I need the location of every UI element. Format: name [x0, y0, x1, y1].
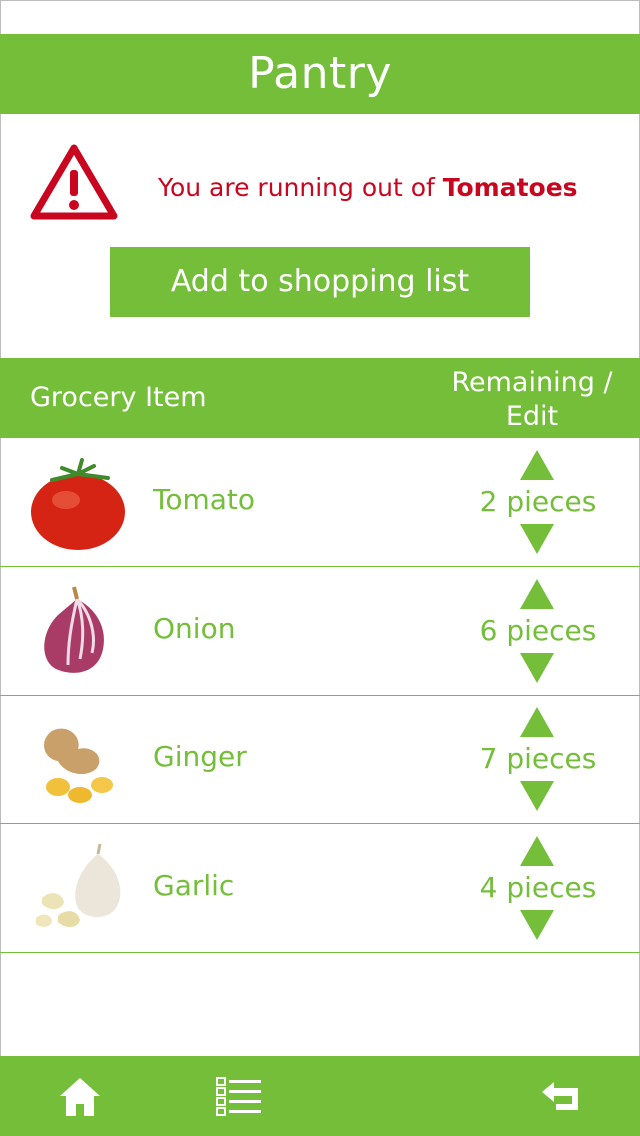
alert-message-prefix: You are running out of: [158, 173, 443, 202]
column-edit-label: Edit: [505, 401, 559, 432]
low-stock-message: You are running out of Tomatoes: [158, 168, 628, 208]
ginger-image: [44, 728, 113, 803]
increase-arrow-icon[interactable]: [520, 450, 554, 480]
column-remaining-label: Remaining /: [451, 367, 613, 398]
bottom-nav-bar: [0, 1056, 640, 1136]
item-name: Ginger: [153, 740, 247, 773]
garlic-image: [36, 843, 121, 928]
header-bar: Pantry: [0, 34, 640, 114]
item-quantity: 6 pieces: [479, 614, 597, 647]
warning-triangle-icon: [30, 144, 118, 220]
item-name: Garlic: [153, 869, 235, 902]
alert-item-name: Tomatoes: [442, 173, 578, 202]
increase-arrow-icon[interactable]: [520, 579, 554, 609]
item-name: Onion: [153, 612, 236, 645]
column-remaining-edit: Remaining / Edit: [432, 366, 632, 434]
table-row: Garlic 4 pieces: [0, 824, 640, 953]
decrease-arrow-icon[interactable]: [520, 524, 554, 554]
home-icon[interactable]: [58, 1076, 102, 1118]
tomato-image: [31, 458, 125, 550]
table-row: Ginger 7 pieces: [0, 695, 640, 824]
table-row: Onion 6 pieces: [0, 567, 640, 696]
item-quantity: 4 pieces: [479, 871, 597, 904]
item-name: Tomato: [153, 483, 256, 516]
item-quantity: 2 pieces: [479, 485, 597, 518]
table-header: Grocery Item Remaining / Edit: [0, 358, 640, 438]
decrease-arrow-icon[interactable]: [520, 910, 554, 940]
onion-image: [44, 586, 104, 673]
column-grocery-item: Grocery Item: [30, 382, 207, 413]
list-icon[interactable]: [215, 1076, 263, 1116]
decrease-arrow-icon[interactable]: [520, 653, 554, 683]
add-to-shopping-list-button[interactable]: Add to shopping list: [110, 247, 530, 317]
back-icon[interactable]: [540, 1078, 582, 1114]
item-quantity: 7 pieces: [479, 742, 597, 775]
decrease-arrow-icon[interactable]: [520, 781, 554, 811]
table-row: Tomato 2 pieces: [0, 438, 640, 567]
page-title: Pantry: [248, 48, 392, 99]
increase-arrow-icon[interactable]: [520, 836, 554, 866]
increase-arrow-icon[interactable]: [520, 707, 554, 737]
